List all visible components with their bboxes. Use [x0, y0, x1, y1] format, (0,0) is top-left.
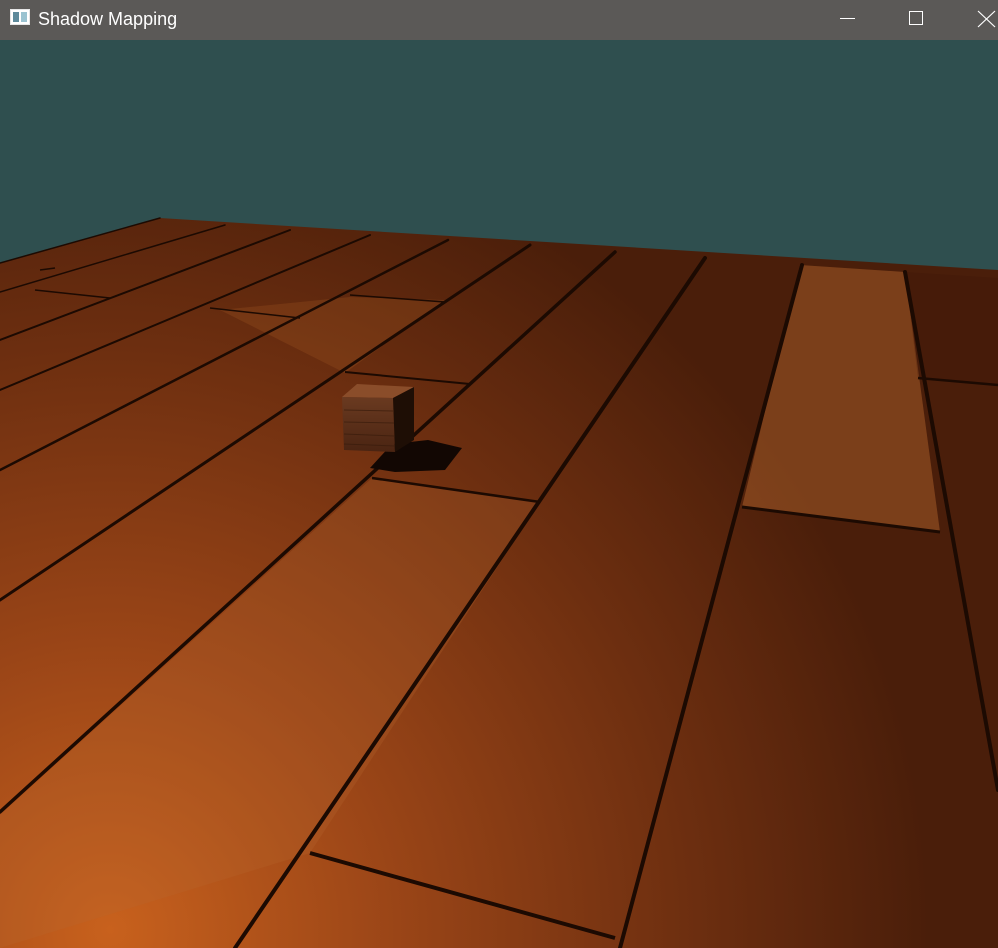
app-window: Shadow Mapping [0, 0, 998, 948]
title-bar[interactable]: Shadow Mapping [0, 0, 998, 40]
3d-scene [0, 217, 998, 948]
close-button[interactable] [962, 0, 998, 40]
wooden-cube [342, 384, 414, 452]
maximize-icon [909, 11, 923, 25]
window-title: Shadow Mapping [38, 9, 178, 29]
floor-plank-dark [905, 272, 998, 385]
close-icon [977, 10, 996, 28]
minimize-button[interactable] [824, 0, 870, 40]
maximize-button[interactable] [893, 0, 939, 40]
render-viewport[interactable] [0, 40, 998, 948]
opengl-app-window-icon[interactable] [10, 9, 30, 25]
minimize-icon [840, 18, 855, 19]
